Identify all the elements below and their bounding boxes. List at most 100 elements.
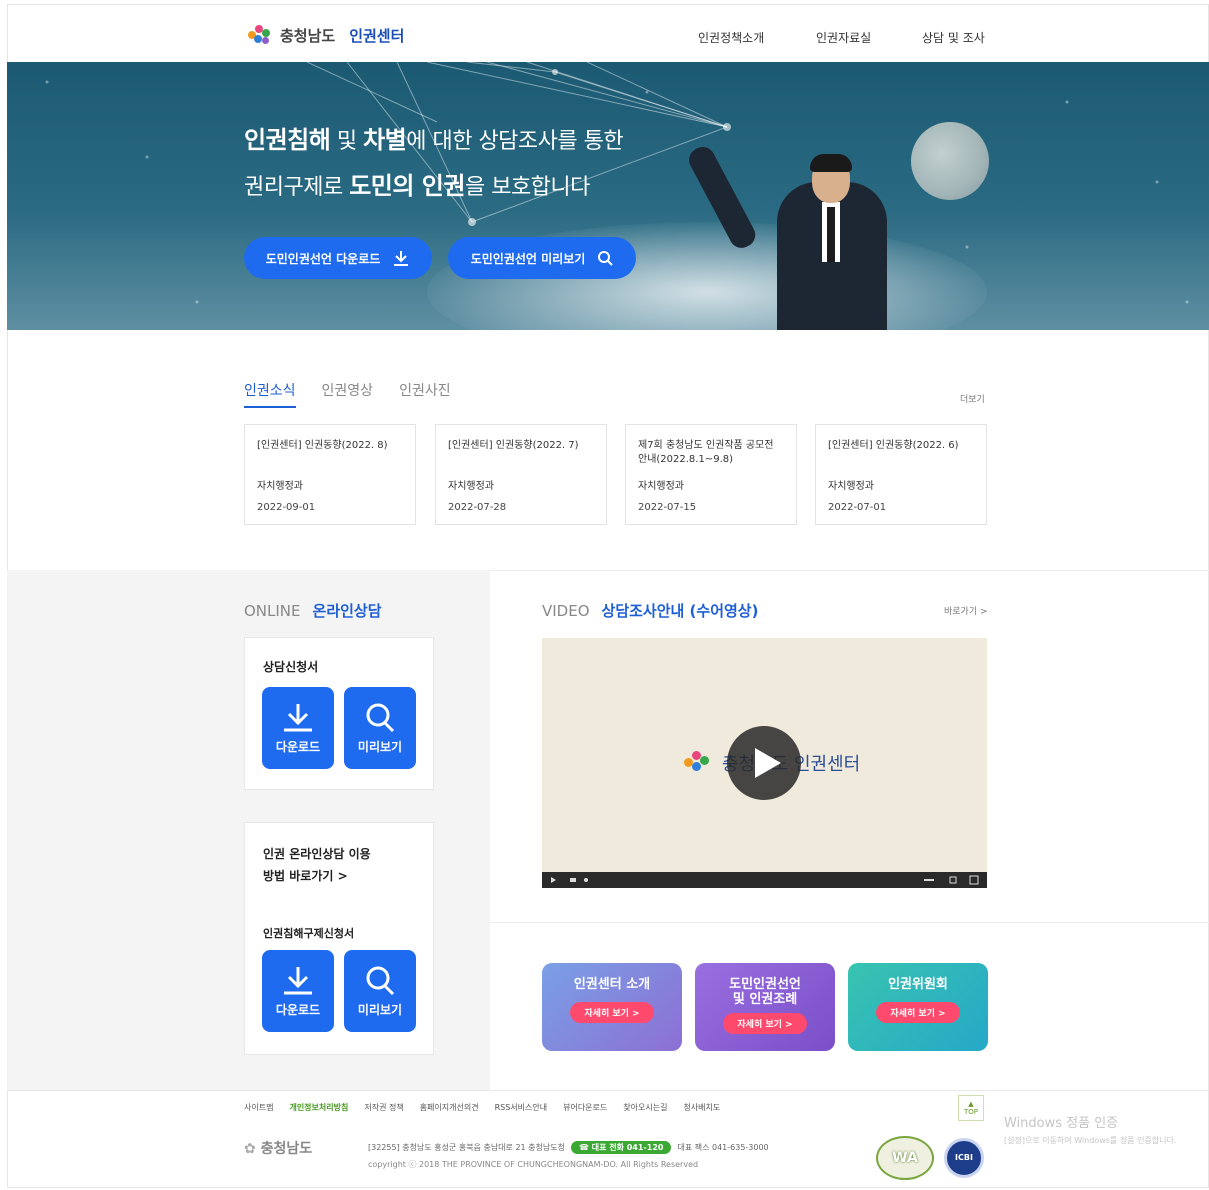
footer-link-privacy[interactable]: 개인정보처리방침 — [289, 1102, 348, 1113]
online-title-ko: 온라인상담 — [312, 602, 382, 620]
news-card-date: 2022-07-01 — [828, 502, 887, 513]
preview-label: 미리보기 — [357, 1002, 403, 1017]
video-logo-mark-icon — [682, 748, 716, 774]
online-guide-line1: 인권 온라인상담 이용 — [263, 847, 371, 861]
declaration-download-label: 도민인권선언 다운로드 — [265, 251, 381, 266]
banner-title: 인권센터 소개 — [573, 977, 651, 992]
online-section-title: ONLINE 온라인상담 — [244, 600, 382, 621]
hero-text-2: 에 대한 상담조사를 통한 — [406, 129, 624, 154]
hero-bold-1: 인권침해 — [244, 126, 331, 154]
section-divider — [490, 570, 1209, 571]
video-shortcut-link[interactable]: 바로가기 > — [944, 604, 988, 617]
download-icon — [394, 251, 409, 266]
moon-decoration — [911, 122, 989, 200]
nav-item-counsel[interactable]: 상담 및 조사 — [922, 29, 985, 46]
man-tie-decoration — [827, 207, 835, 262]
tab-videos[interactable]: 인권영상 — [322, 380, 374, 408]
news-card-date: 2022-09-01 — [257, 502, 316, 513]
footer-link-copyright[interactable]: 저작권 정책 — [364, 1102, 403, 1113]
news-more-link[interactable]: 더보기 — [960, 392, 985, 405]
banner-title: 인권위원회 — [888, 977, 948, 992]
footer-link-viewer[interactable]: 뷰어다운로드 — [563, 1102, 607, 1113]
banner-detail-button[interactable]: 자세히 보기 > — [570, 1002, 654, 1023]
banner-detail-button[interactable]: 자세히 보기 > — [723, 1013, 807, 1034]
logo-subtitle: 인권센터 — [349, 26, 405, 45]
footer-logo-mark-icon: ✿ — [244, 1141, 256, 1157]
preview-label: 미리보기 — [357, 739, 403, 754]
news-card[interactable]: [인권센터] 인권동향(2022. 8) 자치행정과 2022-09-01 — [244, 424, 416, 525]
video-section-title: VIDEO 상담조사안내 (수어영상) — [542, 600, 758, 621]
news-card-author: 자치행정과 — [448, 481, 494, 492]
consult-form-download-button[interactable]: 다운로드 — [262, 687, 334, 769]
logo-mark-icon — [246, 23, 274, 47]
download-label: 다운로드 — [275, 1002, 321, 1017]
search-icon — [366, 966, 395, 995]
relief-form-download-button[interactable]: 다운로드 — [262, 950, 334, 1032]
banner-committee[interactable]: 인권위원회 자세히 보기 > — [848, 963, 988, 1051]
footer-link-feedback[interactable]: 홈페이지개선의견 — [420, 1102, 479, 1113]
online-title-en: ONLINE — [244, 602, 301, 620]
footer-phone: ☎ 대표 전화 041-120 — [570, 1141, 672, 1154]
footer-fax: 대표 팩스 041-635-3000 — [677, 1143, 769, 1152]
footer-link-floor-plan[interactable]: 청사배치도 — [683, 1102, 720, 1113]
news-card[interactable]: [인권센터] 인권동향(2022. 6) 자치행정과 2022-07-01 — [815, 424, 987, 525]
declaration-preview-label: 도민인권선언 미리보기 — [470, 251, 586, 266]
search-icon — [598, 251, 614, 266]
hero-bold-3: 도민의 인권 — [349, 172, 465, 200]
arrow-up-icon: ▲ — [968, 1100, 974, 1108]
hero-text-1: 및 — [330, 129, 364, 154]
footer-copyright: copyright ⓒ 2018 THE PROVINCE OF CHUNGCH… — [368, 1160, 699, 1169]
news-card-title: [인권센터] 인권동향(2022. 7) — [448, 440, 579, 451]
news-card-title: [인권센터] 인권동향(2022. 6) — [828, 440, 959, 451]
windows-watermark-line1: Windows 정품 인증 — [1004, 1116, 1119, 1131]
banner-title: 도민인권선언 및 인권조례 — [729, 977, 801, 1007]
relief-form-title: 인권침해구제신청서 — [263, 927, 355, 940]
footer-address-text: [32255] 충청남도 홍성군 홍북읍 충남대로 21 충청남도청 — [368, 1143, 565, 1152]
play-button[interactable] — [727, 726, 801, 800]
footer-address: [32255] 충청남도 홍성군 홍북읍 충남대로 21 충청남도청 ☎ 대표 전… — [368, 1141, 769, 1154]
declaration-preview-button[interactable]: 도민인권선언 미리보기 — [448, 237, 636, 279]
online-guide-link[interactable]: 인권 온라인상담 이용 방법 바로가기 > — [263, 843, 371, 887]
scroll-top-button[interactable]: ▲ TOP — [958, 1095, 984, 1121]
footer-link-directions[interactable]: 찾아오시는길 — [623, 1102, 667, 1113]
news-card-date: 2022-07-15 — [638, 502, 697, 513]
footer-link-rss[interactable]: RSS서비스안내 — [495, 1102, 548, 1113]
windows-watermark-line2: [설정]으로 이동하여 Windows를 정품 인증합니다. — [1004, 1136, 1177, 1145]
relief-form-preview-button[interactable]: 미리보기 — [344, 950, 416, 1032]
news-card[interactable]: [인권센터] 인권동향(2022. 7) 자치행정과 2022-07-28 — [435, 424, 607, 525]
declaration-download-button[interactable]: 도민인권선언 다운로드 — [244, 237, 432, 279]
banner-declaration[interactable]: 도민인권선언 및 인권조례 자세히 보기 > — [695, 963, 835, 1051]
logo-text: 충청남도 — [280, 26, 336, 45]
video-title-ko: 상담조사안내 (수어영상) — [601, 602, 759, 620]
search-icon — [366, 703, 395, 732]
footer-logo: ✿ 충청남도 — [244, 1138, 312, 1158]
wa-certification-badge: WA — [876, 1136, 934, 1180]
news-card-date: 2022-07-28 — [448, 502, 507, 513]
footer-link-sitemap[interactable]: 사이트맵 — [244, 1102, 273, 1113]
tab-news[interactable]: 인권소식 — [244, 380, 296, 408]
banner-center-intro[interactable]: 인권센터 소개 자세히 보기 > — [542, 963, 682, 1051]
hero-bold-2: 차별 — [363, 126, 407, 154]
play-icon — [755, 748, 781, 778]
news-card-author: 자치행정과 — [828, 481, 874, 492]
site-header: 충청남도 인권센터 인권정책소개 인권자료실 상담 및 조사 — [7, 4, 1209, 62]
hero-banner: 인권침해 및 차별에 대한 상담조사를 통한 권리구제로 도민의 인권을 보호합… — [7, 62, 1209, 330]
consult-form-title: 상담신청서 — [263, 660, 319, 674]
nav-item-archive[interactable]: 인권자료실 — [816, 29, 871, 46]
tab-photos[interactable]: 인권사진 — [399, 380, 451, 408]
news-card-title: [인권센터] 인권동향(2022. 8) — [257, 440, 388, 451]
man-hair-decoration — [810, 154, 852, 172]
download-icon — [284, 703, 312, 731]
nav-item-policy[interactable]: 인권정책소개 — [698, 29, 764, 46]
site-logo[interactable]: 충청남도 인권센터 — [246, 23, 404, 47]
video-control-bar[interactable] — [542, 872, 987, 888]
hero-text-4: 을 보호합니다 — [464, 175, 590, 200]
news-tabs: 인권소식 인권영상 인권사진 — [244, 380, 451, 408]
banner-detail-button[interactable]: 자세히 보기 > — [876, 1002, 960, 1023]
hero-headline-line2: 권리구제로 도민의 인권을 보호합니다 — [244, 166, 590, 201]
section-divider — [490, 922, 1209, 923]
news-card[interactable]: 제7회 충청남도 인권작품 공모전 안내(2022.8.1~9.8) 자치행정과… — [625, 424, 797, 525]
video-player[interactable]: 충청남도 인권센터 — [542, 638, 987, 888]
consult-form-preview-button[interactable]: 미리보기 — [344, 687, 416, 769]
download-icon — [284, 966, 312, 994]
